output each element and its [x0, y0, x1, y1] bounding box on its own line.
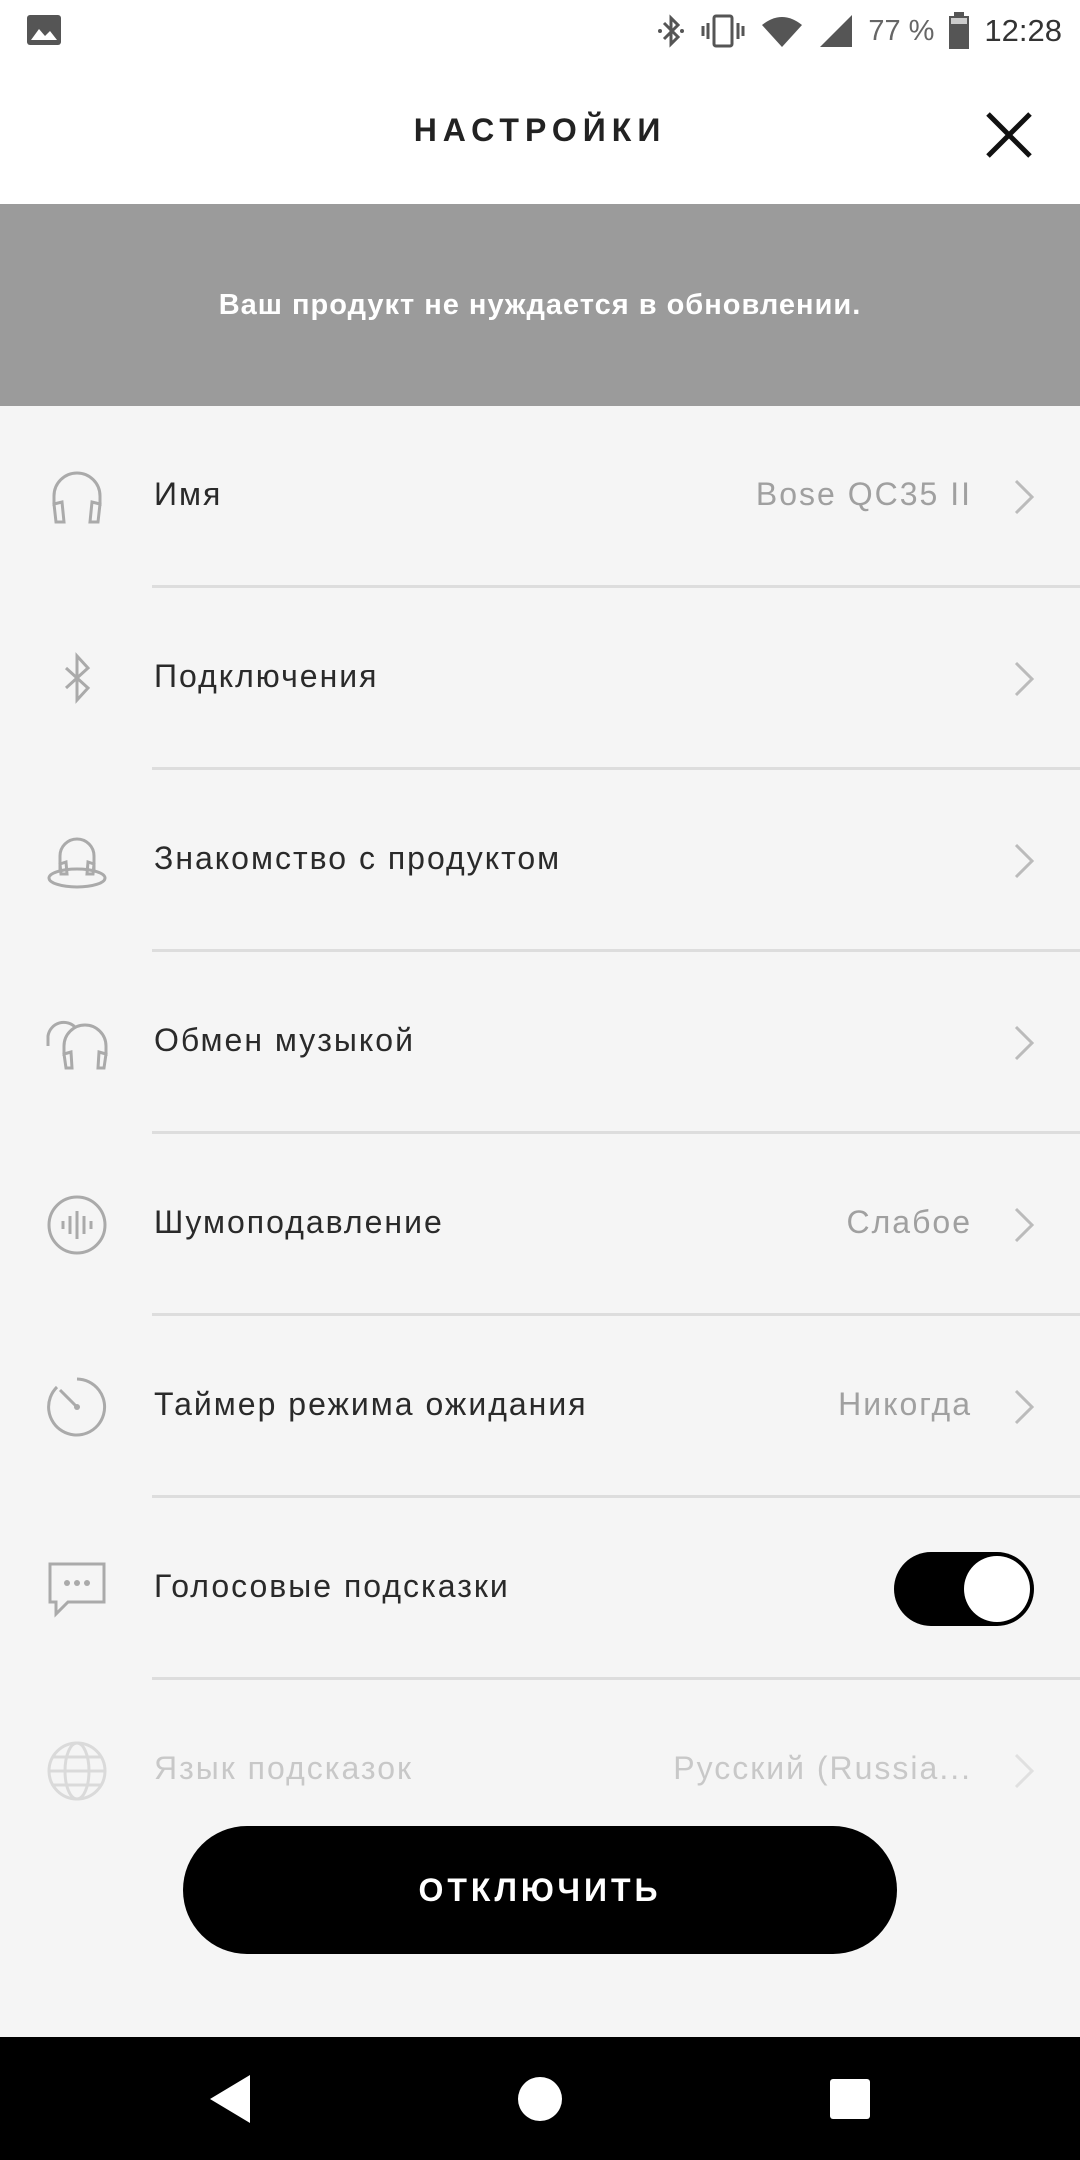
settings-row-label: Язык подсказок — [154, 1750, 414, 1786]
settings-row-noise-cancel[interactable]: Шумоподавление Слабое — [0, 1134, 1080, 1316]
settings-row-name[interactable]: Имя Bose QC35 II — [0, 406, 1080, 588]
settings-row-standby-timer[interactable]: Таймер режима ожидания Никогда — [0, 1316, 1080, 1498]
settings-row-label: Шумоподавление — [154, 1204, 444, 1240]
chevron-right-icon — [1014, 1207, 1035, 1243]
chevron-right-icon — [1014, 1389, 1035, 1425]
settings-row-label: Знакомство с продуктом — [154, 840, 562, 876]
disconnect-button[interactable]: ОТКЛЮЧИТЬ — [183, 1826, 897, 1954]
settings-row-product-tour[interactable]: Знакомство с продуктом — [0, 770, 1080, 952]
globe-icon — [47, 1741, 107, 1801]
header: НАСТРОЙКИ — [0, 62, 1080, 204]
settings-row-voice-prompts[interactable]: Голосовые подсказки — [0, 1498, 1080, 1680]
nav-bar — [0, 2037, 1080, 2160]
settings-row-label: Голосовые подсказки — [154, 1568, 510, 1604]
signal-icon — [820, 15, 853, 47]
status-icons: 77 % 12:28 — [656, 0, 1062, 62]
headphones-icon — [52, 471, 102, 524]
page-title: НАСТРОЙКИ — [413, 112, 667, 148]
settings-list: Имя Bose QC35 II Подключения Знакомство … — [0, 406, 1080, 1862]
update-banner-text: Ваш продукт не нуждается в обновлении. — [218, 288, 862, 321]
recents-icon[interactable] — [818, 2067, 882, 2131]
battery-icon — [949, 12, 970, 49]
home-icon[interactable] — [508, 2067, 572, 2131]
noise-cancel-icon — [47, 1195, 107, 1255]
chevron-right-icon — [1014, 1025, 1035, 1061]
timer-icon — [47, 1377, 107, 1437]
bluetooth-icon — [64, 652, 91, 704]
settings-row-value: Никогда — [838, 1386, 972, 1422]
settings-row-label: Подключения — [154, 658, 379, 694]
status-bar: 77 % 12:28 — [0, 0, 1080, 62]
wifi-icon — [762, 17, 803, 47]
settings-row-label: Обмен музыкой — [154, 1022, 415, 1058]
chevron-right-icon — [1014, 843, 1035, 879]
headset-product-icon — [47, 837, 107, 889]
settings-row-label: Имя — [154, 476, 223, 512]
vibrate-icon — [701, 14, 745, 48]
chevron-right-icon — [1014, 479, 1035, 515]
clock: 12:28 — [984, 13, 1062, 48]
music-share-icon — [46, 1020, 108, 1070]
chevron-right-icon — [1014, 661, 1035, 697]
settings-row-value: Bose QC35 II — [755, 476, 972, 512]
settings-row-connections[interactable]: Подключения — [0, 588, 1080, 770]
bluetooth-icon — [658, 14, 685, 48]
chat-icon — [48, 1562, 106, 1618]
settings-row-value: Слабое — [846, 1204, 972, 1240]
battery-percent: 77 % — [868, 14, 935, 47]
settings-row-music-share[interactable]: Обмен музыкой — [0, 952, 1080, 1134]
toggle-knob — [964, 1556, 1030, 1622]
settings-row-label: Таймер режима ожидания — [154, 1386, 588, 1422]
settings-row-value: Русский (Russia... — [673, 1750, 972, 1786]
image-icon — [27, 15, 61, 45]
update-banner: Ваш продукт не нуждается в обновлении. — [0, 204, 1080, 406]
chevron-right-icon — [1014, 1753, 1035, 1789]
back-icon[interactable] — [198, 2067, 262, 2131]
voice-prompts-toggle[interactable] — [894, 1552, 1034, 1626]
close-icon[interactable] — [982, 108, 1036, 162]
